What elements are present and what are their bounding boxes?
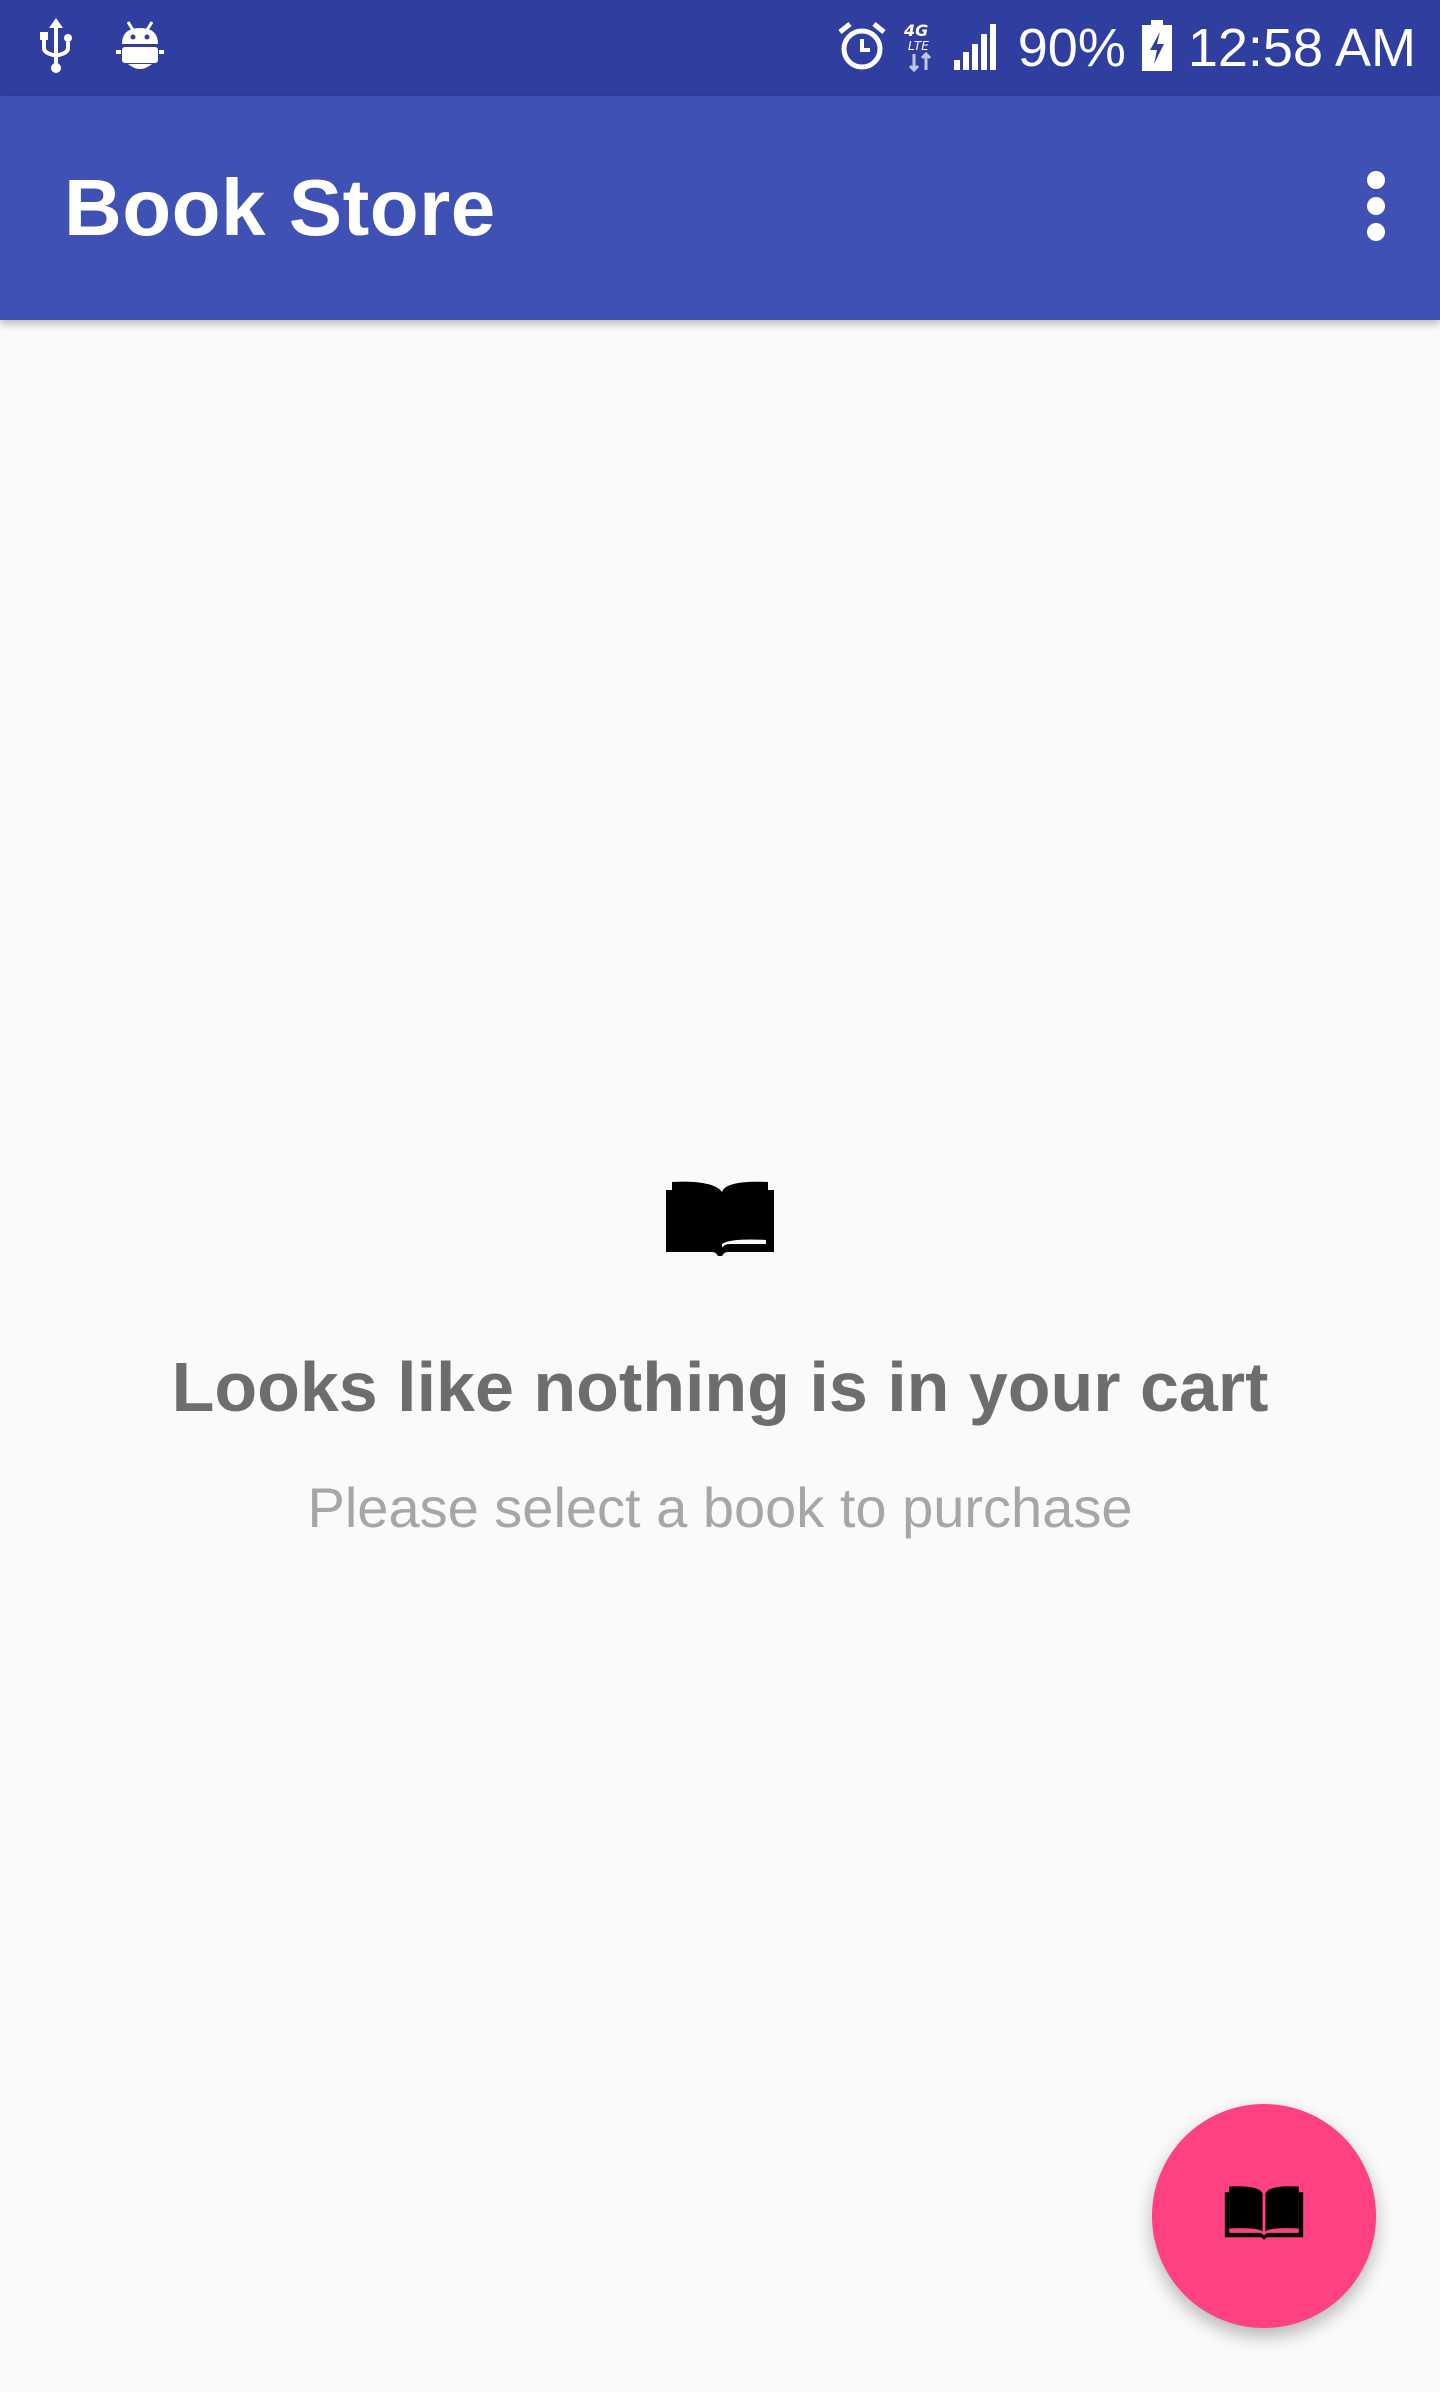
status-left-icons bbox=[36, 17, 164, 79]
status-time: 12:58 AM bbox=[1187, 18, 1416, 78]
empty-cart-title: Looks like nothing is in your cart bbox=[171, 1348, 1269, 1426]
empty-cart-subtitle: Please select a book to purchase bbox=[307, 1476, 1133, 1539]
android-debug-icon bbox=[116, 20, 164, 77]
svg-text:LTE: LTE bbox=[908, 39, 929, 53]
battery-charging-icon bbox=[1140, 19, 1174, 77]
open-book-icon bbox=[1221, 2185, 1307, 2248]
svg-text:4G: 4G bbox=[903, 21, 928, 40]
overflow-menu-button[interactable] bbox=[1312, 144, 1440, 272]
battery-percent: 90% bbox=[1017, 18, 1126, 78]
app-bar: Book Store bbox=[0, 96, 1440, 320]
alarm-icon bbox=[836, 20, 888, 77]
browse-books-fab[interactable] bbox=[1152, 2104, 1376, 2328]
app-title: Book Store bbox=[64, 163, 496, 252]
signal-icon bbox=[952, 22, 1004, 75]
status-right-icons: 4G LTE 90% 12:58 AM bbox=[836, 12, 1416, 84]
empty-cart-state: Looks like nothing is in your cart Pleas… bbox=[0, 1180, 1440, 1536]
more-vert-icon bbox=[1364, 170, 1388, 247]
status-bar: 4G LTE 90% 12:58 AM bbox=[0, 0, 1440, 96]
open-book-icon bbox=[662, 1180, 778, 1260]
4g-lte-icon: 4G LTE bbox=[902, 20, 938, 77]
usb-icon bbox=[36, 17, 76, 79]
